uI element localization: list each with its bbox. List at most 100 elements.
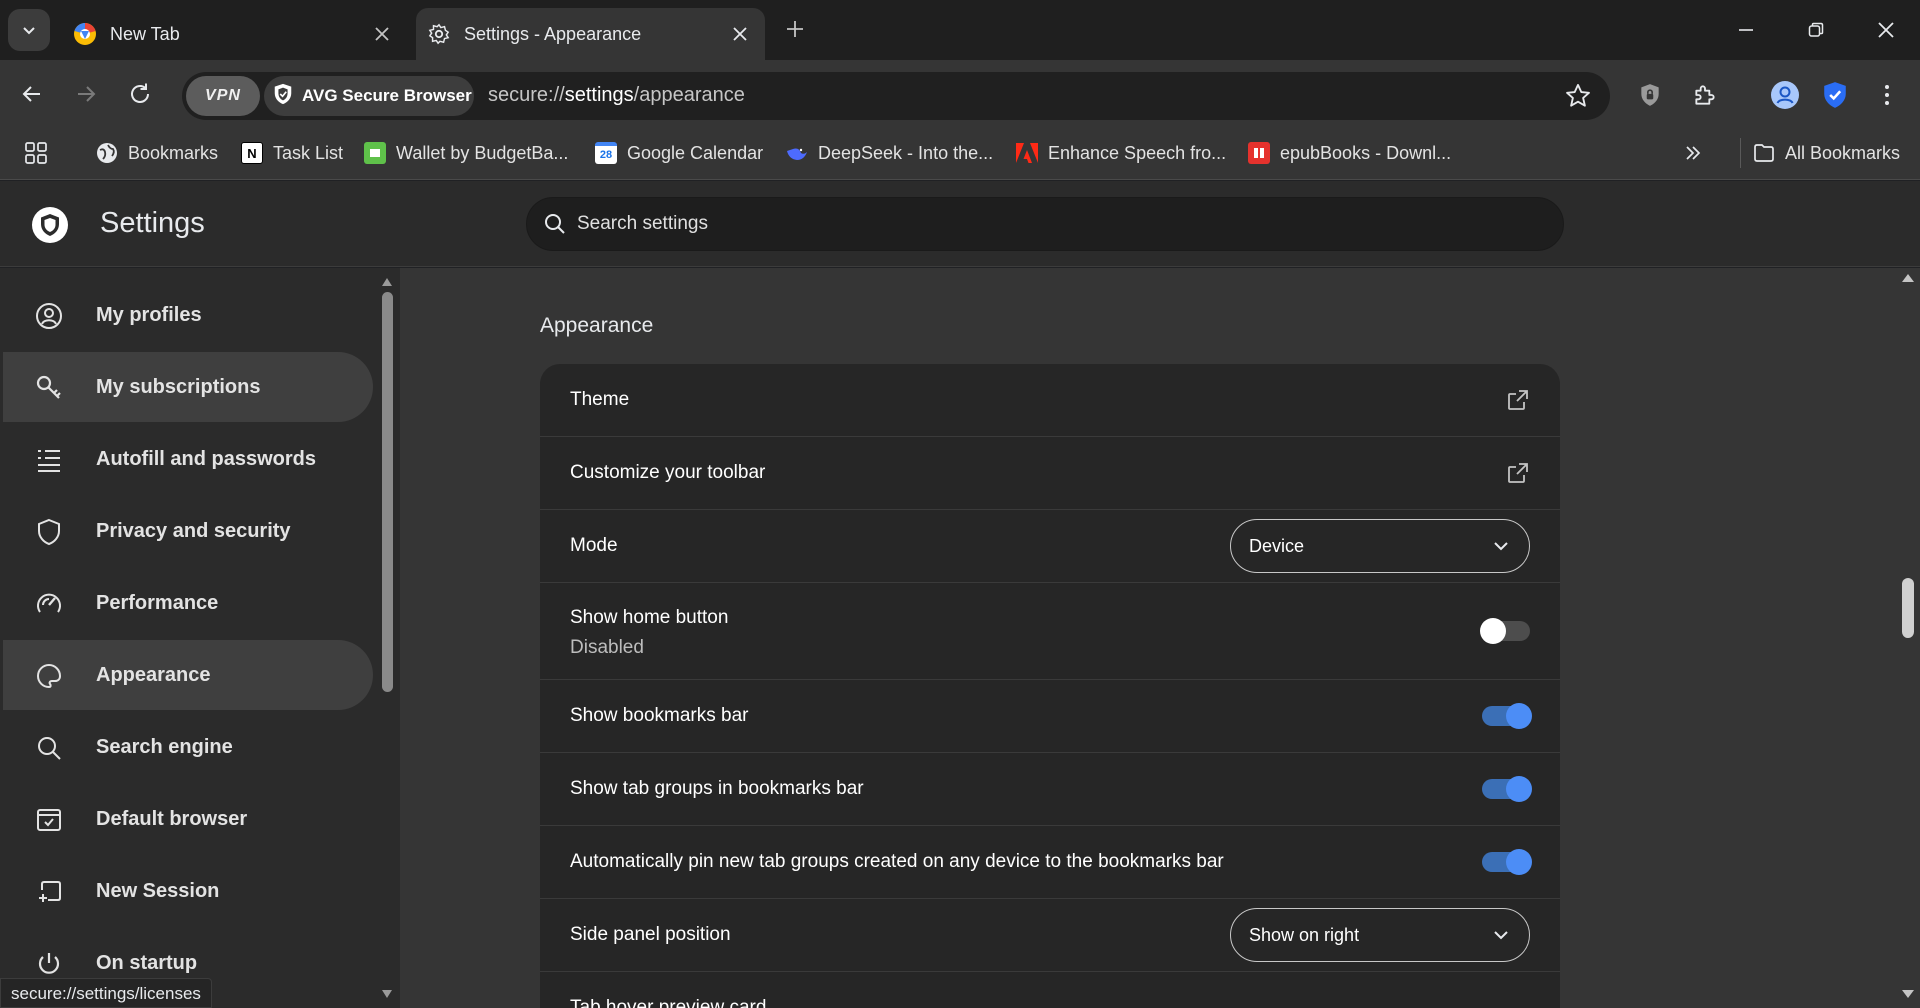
- setting-row-customize-toolbar[interactable]: Customize your toolbar: [540, 437, 1560, 510]
- auto-pin-toggle[interactable]: [1482, 849, 1532, 875]
- toolbar: VPN AVG Secure Browser secure://settings…: [0, 60, 1920, 128]
- settings-header: Settings Search settings: [0, 181, 1920, 267]
- sidebar-item-new-session[interactable]: New Session: [3, 856, 373, 926]
- more-bookmarks-button[interactable]: [1684, 138, 1702, 168]
- tab-title: New Tab: [110, 23, 180, 44]
- bookmark-label: epubBooks - Downl...: [1280, 142, 1452, 163]
- new-tab-button[interactable]: [780, 14, 810, 44]
- bookmark-item[interactable]: Wallet by BudgetBa...: [364, 138, 568, 168]
- avg-secure-icon-button[interactable]: [1818, 78, 1852, 112]
- reload-button[interactable]: [122, 76, 158, 112]
- more-vertical-icon: [1885, 85, 1889, 105]
- new-session-icon: [39, 881, 61, 902]
- privacy-guard-button[interactable]: [1633, 78, 1667, 112]
- bookmark-item[interactable]: DeepSeek - Into the...: [786, 138, 993, 168]
- tab-groups-toggle[interactable]: [1482, 776, 1532, 802]
- key-icon: [36, 375, 61, 399]
- setting-row-tab-hover-preview[interactable]: Tab hover preview card: [540, 972, 1560, 1008]
- profile-icon: [36, 303, 62, 329]
- browser-icon: [37, 809, 61, 831]
- search-settings-input[interactable]: Search settings: [526, 197, 1564, 251]
- setting-row-side-panel-position: Side panel position Show on right: [540, 899, 1560, 972]
- sidebar-item-search-engine[interactable]: Search engine: [3, 712, 373, 782]
- mode-dropdown[interactable]: Device: [1230, 519, 1530, 573]
- url-path: /appearance: [633, 84, 745, 106]
- chevron-down-icon: [1494, 542, 1508, 551]
- apps-button[interactable]: [24, 138, 48, 168]
- bookmark-item[interactable]: Bookmarks: [96, 138, 218, 168]
- tab-new-tab[interactable]: New Tab: [62, 8, 407, 60]
- sidebar-item-privacy[interactable]: Privacy and security: [3, 496, 373, 566]
- side-panel-dropdown[interactable]: Show on right: [1230, 908, 1530, 962]
- sidebar-item-my-profiles[interactable]: My profiles: [3, 280, 373, 350]
- all-bookmarks-label: All Bookmarks: [1785, 142, 1901, 163]
- bookmark-item[interactable]: 28 Google Calendar: [595, 138, 763, 168]
- external-link-icon[interactable]: [1506, 461, 1530, 485]
- bookmark-label: Google Calendar: [627, 142, 764, 163]
- power-icon: [38, 953, 60, 974]
- search-placeholder: Search settings: [577, 213, 708, 234]
- sidebar-item-appearance[interactable]: Appearance: [3, 640, 373, 710]
- puzzle-icon: [1695, 85, 1715, 105]
- sidebar-item-performance[interactable]: Performance: [3, 568, 373, 638]
- bookmark-label: DeepSeek - Into the...: [818, 142, 994, 163]
- sidebar-item-label: Default browser: [96, 807, 248, 830]
- setting-row-auto-pin-tab-groups: Automatically pin new tab groups created…: [540, 826, 1560, 899]
- tab-settings[interactable]: Settings - Appearance: [416, 8, 765, 60]
- avg-secure-browser-badge[interactable]: AVG Secure Browser: [264, 76, 474, 116]
- back-button[interactable]: [14, 76, 50, 112]
- toggle-knob: [1480, 618, 1506, 644]
- close-tab-button[interactable]: [725, 19, 755, 49]
- restore-button[interactable]: [1796, 10, 1836, 50]
- shield-lock-icon: [1641, 84, 1659, 106]
- extensions-button[interactable]: [1688, 78, 1722, 112]
- url-text[interactable]: secure://settings/appearance: [488, 84, 745, 107]
- bookmark-item[interactable]: Enhance Speech fro...: [1016, 138, 1226, 168]
- scroll-up-arrow-icon[interactable]: [1900, 272, 1916, 284]
- bookmark-label: Task List: [273, 142, 344, 163]
- bookmark-label: Wallet by BudgetBa...: [396, 142, 569, 163]
- bookmarks-bar-toggle[interactable]: [1482, 703, 1532, 729]
- close-tab-button[interactable]: [367, 19, 397, 49]
- all-bookmarks-button[interactable]: All Bookmarks: [1740, 138, 1900, 168]
- minimize-button[interactable]: [1726, 10, 1766, 50]
- chevron-down-icon: [23, 27, 35, 35]
- setting-label: Tab hover preview card: [570, 997, 767, 1008]
- close-icon: [375, 27, 389, 41]
- profile-button[interactable]: [1768, 78, 1802, 112]
- sidebar-item-my-subscriptions[interactable]: My subscriptions: [3, 352, 373, 422]
- minimize-icon: [1739, 29, 1753, 31]
- globe-icon: [96, 142, 118, 164]
- setting-row-theme[interactable]: Theme: [540, 364, 1560, 437]
- setting-label: Theme: [570, 389, 630, 410]
- avg-shield-icon: [272, 83, 294, 110]
- setting-label: Automatically pin new tab groups created…: [570, 851, 1224, 872]
- plus-icon: [787, 21, 803, 37]
- adobe-icon: [1016, 142, 1038, 164]
- menu-button[interactable]: [1870, 78, 1904, 112]
- scroll-down-arrow-icon[interactable]: [1900, 988, 1916, 1000]
- close-icon: [733, 27, 747, 41]
- external-link-icon[interactable]: [1506, 388, 1530, 412]
- bookmark-item[interactable]: epubBooks - Downl...: [1248, 138, 1451, 168]
- avatar-icon: [1771, 81, 1799, 109]
- arrow-left-icon: [22, 86, 40, 102]
- close-window-button[interactable]: [1866, 10, 1906, 50]
- sidebar-item-autofill[interactable]: Autofill and passwords: [3, 424, 373, 494]
- speedometer-icon: [37, 593, 61, 613]
- sidebar-item-label: Appearance: [96, 663, 211, 686]
- bookmark-item[interactable]: N Task List: [241, 138, 343, 168]
- main-scrollbar-thumb[interactable]: [1902, 578, 1914, 638]
- sidebar-item-default-browser[interactable]: Default browser: [3, 784, 373, 854]
- wallet-icon: [364, 142, 386, 164]
- forward-button[interactable]: [68, 76, 104, 112]
- home-button-toggle[interactable]: [1480, 618, 1530, 644]
- appearance-card: Theme Customize your toolbar Mode Device…: [540, 364, 1560, 1008]
- bookmark-star-button[interactable]: [1564, 82, 1592, 115]
- tab-search-button[interactable]: [8, 9, 50, 51]
- setting-row-mode: Mode Device: [540, 510, 1560, 583]
- url-host: settings: [564, 84, 634, 106]
- address-bar[interactable]: VPN AVG Secure Browser secure://settings…: [182, 72, 1610, 120]
- vpn-button[interactable]: VPN: [186, 76, 260, 116]
- sidebar-scrollbar-thumb[interactable]: [382, 292, 393, 692]
